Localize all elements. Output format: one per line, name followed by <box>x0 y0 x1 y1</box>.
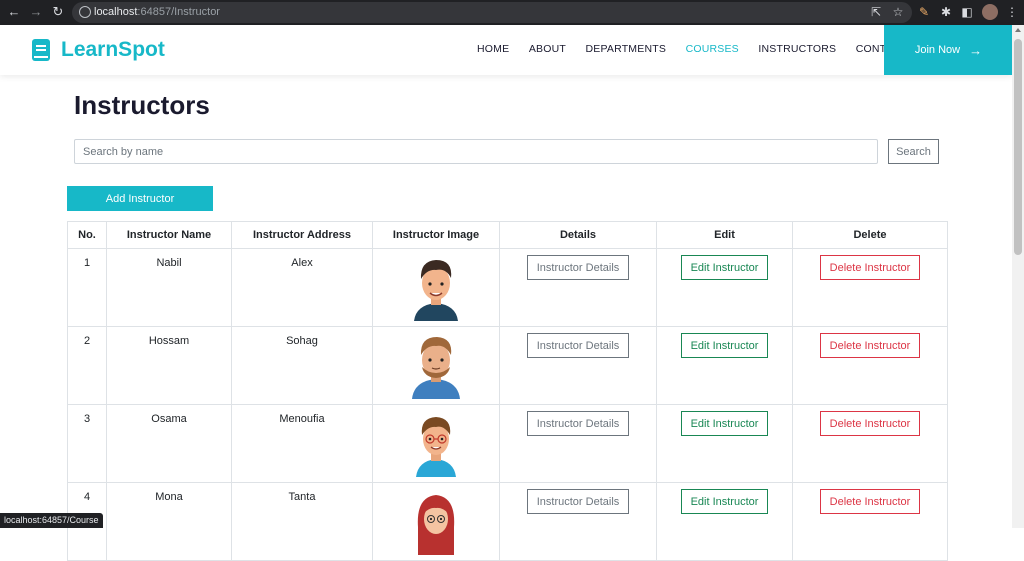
join-now-button[interactable]: Join Now → <box>884 25 1013 75</box>
delete-instructor-button[interactable]: Delete Instructor <box>820 411 920 436</box>
join-now-label: Join Now <box>914 44 961 56</box>
header-image: Instructor Image <box>372 221 500 249</box>
scrollbar-thumb[interactable] <box>1014 39 1022 255</box>
cell-details: Instructor Details <box>499 248 657 327</box>
nav-about[interactable]: ABOUT <box>529 43 566 55</box>
cell-no: 2 <box>67 326 107 405</box>
kebab-menu-icon[interactable]: ⋮ <box>1004 4 1020 20</box>
instructor-avatar <box>416 417 456 477</box>
instructor-details-button[interactable]: Instructor Details <box>527 489 629 514</box>
forward-arrow-icon[interactable]: → <box>28 4 44 20</box>
link-status-bubble: localhost:64857/Course <box>0 513 103 528</box>
delete-instructor-button[interactable]: Delete Instructor <box>820 333 920 358</box>
header-details: Details <box>499 221 657 249</box>
address-bar[interactable]: localhost:64857/Instructor <box>72 2 912 23</box>
cell-address: Menoufia <box>231 404 373 483</box>
brand-name: LearnSpot <box>61 38 165 61</box>
search-input[interactable] <box>74 139 878 164</box>
cell-image <box>372 404 500 483</box>
table-row: 1 Nabil Alex Instructor Details Edit Ins… <box>67 248 948 327</box>
instructor-details-button[interactable]: Instructor Details <box>527 333 629 358</box>
nav-instructors[interactable]: INSTRUCTORS <box>758 43 836 55</box>
edit-instructor-button[interactable]: Edit Instructor <box>681 489 768 514</box>
header-no: No. <box>67 221 107 249</box>
cell-no: 1 <box>67 248 107 327</box>
puzzle-extensions-icon[interactable]: ✱ <box>938 4 954 20</box>
edit-instructor-button[interactable]: Edit Instructor <box>681 333 768 358</box>
instructors-table: No. Instructor Name Instructor Address I… <box>67 221 948 561</box>
page-title: Instructors <box>74 90 210 120</box>
nav-departments[interactable]: DEPARTMENTS <box>585 43 666 55</box>
delete-instructor-button[interactable]: Delete Instructor <box>820 489 920 514</box>
site-info-icon[interactable] <box>79 6 91 18</box>
star-icon[interactable]: ☆ <box>890 4 906 20</box>
main-nav: HOME ABOUT DEPARTMENTS COURSES INSTRUCTO… <box>477 43 927 55</box>
cell-address: Alex <box>231 248 373 327</box>
cell-edit: Edit Instructor <box>656 248 793 327</box>
book-icon <box>32 39 50 61</box>
cell-image <box>372 248 500 327</box>
cell-details: Instructor Details <box>499 404 657 483</box>
header-name: Instructor Name <box>106 221 232 249</box>
arrow-right-icon: → <box>969 42 983 58</box>
instructor-details-button[interactable]: Instructor Details <box>527 411 629 436</box>
scroll-up-icon[interactable] <box>1015 28 1021 32</box>
cell-address: Tanta <box>231 482 373 561</box>
cell-edit: Edit Instructor <box>656 482 793 561</box>
nav-courses[interactable]: COURSES <box>686 43 739 55</box>
nav-home[interactable]: HOME <box>477 43 509 55</box>
instructor-details-button[interactable]: Instructor Details <box>527 255 629 280</box>
cell-image <box>372 482 500 561</box>
back-arrow-icon[interactable]: ← <box>6 4 22 20</box>
header-address: Instructor Address <box>231 221 373 249</box>
side-panel-icon[interactable]: ◧ <box>959 4 975 20</box>
cell-details: Instructor Details <box>499 482 657 561</box>
table-row: 3 Osama Menoufia Instructor Details Edit… <box>67 404 948 483</box>
delete-instructor-button[interactable]: Delete Instructor <box>820 255 920 280</box>
brand-logo[interactable]: LearnSpot <box>32 38 165 62</box>
cell-name: Mona <box>106 482 232 561</box>
cell-delete: Delete Instructor <box>792 482 948 561</box>
cell-details: Instructor Details <box>499 326 657 405</box>
instructor-avatar <box>414 260 458 321</box>
table-header-row: No. Instructor Name Instructor Address I… <box>67 221 948 249</box>
url-text: localhost:64857/Instructor <box>94 6 220 18</box>
table-row: 2 Hossam Sohag Instructor Details Edit I… <box>67 326 948 405</box>
edit-instructor-button[interactable]: Edit Instructor <box>681 255 768 280</box>
cell-name: Osama <box>106 404 232 483</box>
cell-address: Sohag <box>231 326 373 405</box>
edit-instructor-button[interactable]: Edit Instructor <box>681 411 768 436</box>
table-row: 4 Mona Tanta Instructor Details Edit Ins… <box>67 482 948 561</box>
browser-toolbar: ← → ↻ localhost:64857/Instructor ⇱ ☆ ✎ ✱… <box>0 0 1024 25</box>
cell-image <box>372 326 500 405</box>
profile-avatar[interactable] <box>982 4 998 20</box>
instructor-avatar <box>412 337 460 399</box>
cell-no: 3 <box>67 404 107 483</box>
reload-icon[interactable]: ↻ <box>50 4 66 20</box>
add-instructor-button[interactable]: Add Instructor <box>67 186 213 211</box>
page-scrollbar[interactable] <box>1012 25 1024 528</box>
cell-edit: Edit Instructor <box>656 404 793 483</box>
share-icon[interactable]: ⇱ <box>868 4 884 20</box>
cell-delete: Delete Instructor <box>792 248 948 327</box>
cell-name: Hossam <box>106 326 232 405</box>
cell-delete: Delete Instructor <box>792 326 948 405</box>
pencil-extension-icon[interactable]: ✎ <box>916 4 932 20</box>
cell-edit: Edit Instructor <box>656 326 793 405</box>
header-edit: Edit <box>656 221 793 249</box>
cell-delete: Delete Instructor <box>792 404 948 483</box>
site-header: LearnSpot HOME ABOUT DEPARTMENTS COURSES… <box>0 25 1012 75</box>
cell-name: Nabil <box>106 248 232 327</box>
instructor-avatar <box>417 495 455 555</box>
header-delete: Delete <box>792 221 948 249</box>
search-button[interactable]: Search <box>888 139 939 164</box>
